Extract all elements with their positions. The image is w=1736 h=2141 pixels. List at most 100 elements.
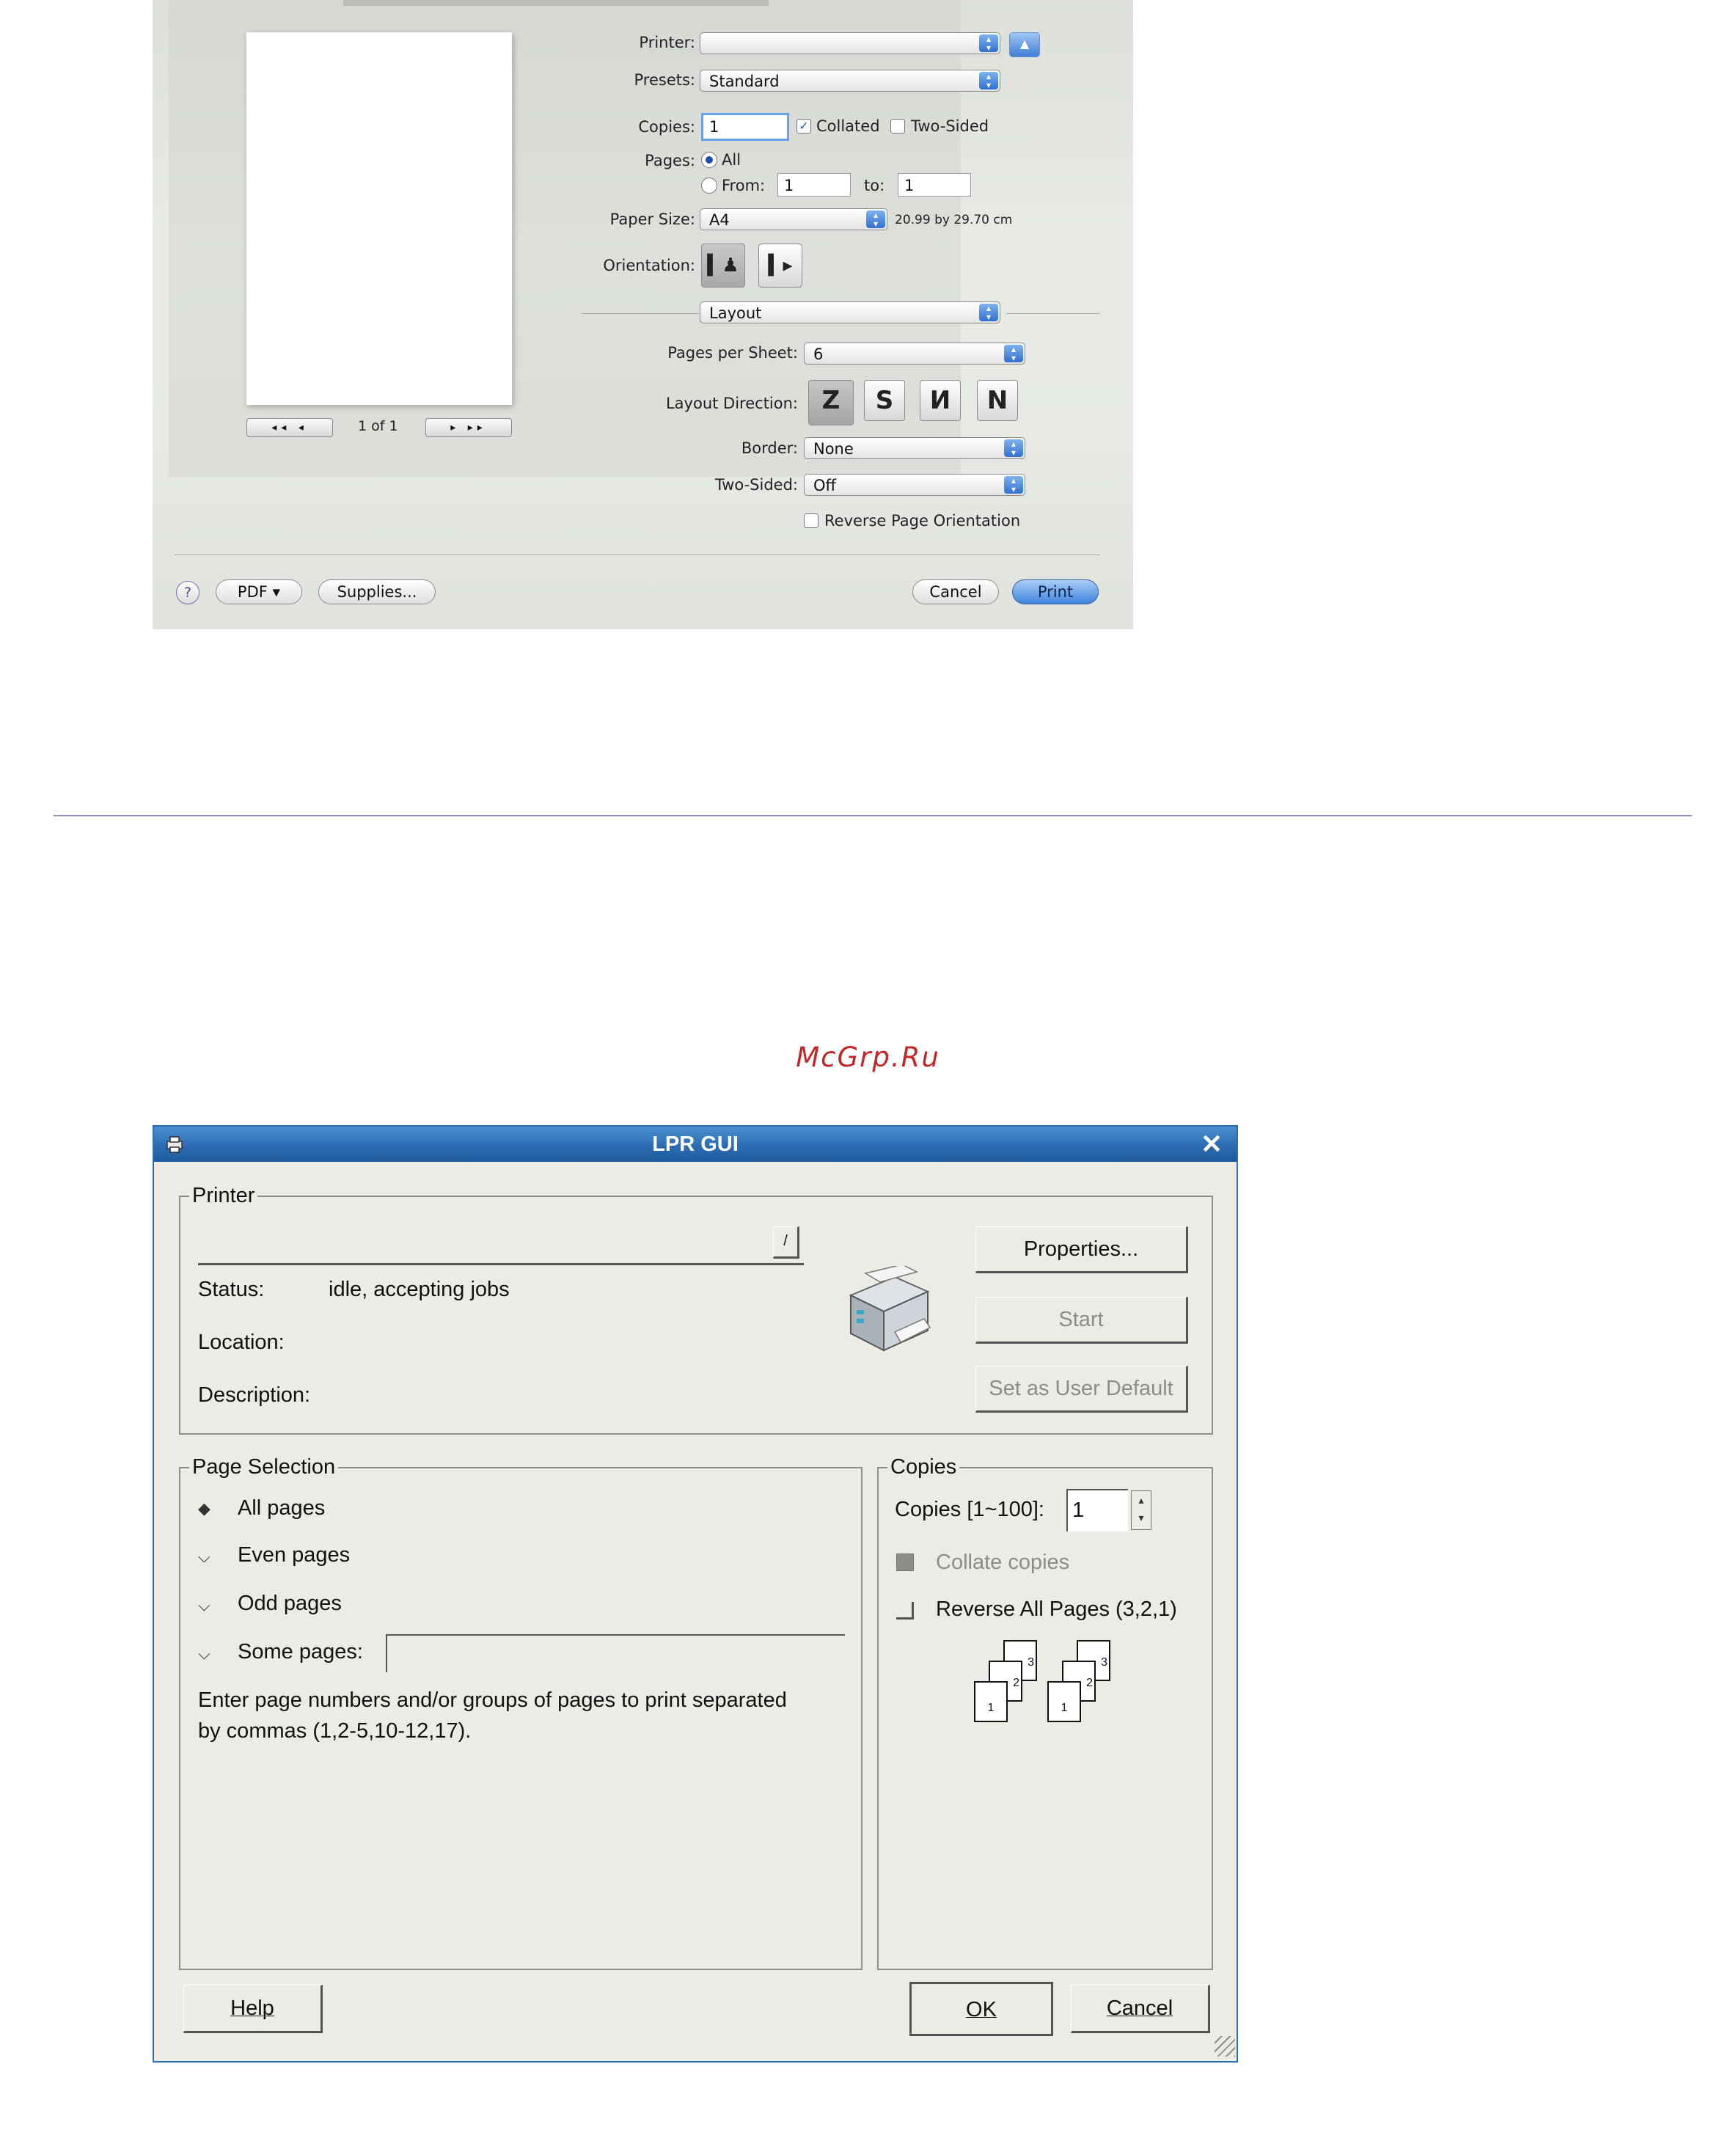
cancel-button[interactable]: Cancel [912,579,999,604]
even-pages-option[interactable]: Even pages [238,1543,350,1567]
page-selection-legend: Page Selection [189,1455,339,1479]
pages-all-radio[interactable] [701,152,717,168]
two-sided-popup-value: Off [813,477,836,494]
page-divider [54,815,1692,816]
pdf-button[interactable]: PDF ▾ [216,579,302,604]
spin-down-icon: ▾ [1138,1512,1144,1523]
page-number-2: 2 [1013,1677,1019,1689]
printer-combo[interactable] [198,1222,804,1265]
presets-popup[interactable]: Standard ▴ ▾ [700,70,1000,92]
two-sided-label: Two-Sided [911,117,989,135]
printer-group-legend: Printer [189,1184,258,1207]
pages-label: Pages: [645,152,695,169]
collapse-dialog-button[interactable]: ▲ [1009,32,1040,57]
two-sided-popup[interactable]: Off ▴ ▾ [804,474,1025,496]
copies-group: Copies [877,1455,1213,1970]
watermark: McGrp.Ru [796,1042,940,1073]
popup-arrows-icon: ▴ ▾ [979,72,998,89]
description-label: Description: [198,1383,311,1407]
section-value: Layout [709,304,762,322]
odd-pages-radio-icon[interactable]: ⌵ [198,1596,210,1615]
section-separator-right [1006,313,1100,314]
copies-spin-arrows[interactable]: ▴ ▾ [1131,1490,1151,1530]
pages-from-label: From: [722,177,766,194]
print-button[interactable]: Print [1012,579,1099,604]
pages-per-sheet-label: Pages per Sheet: [667,344,798,362]
help-button[interactable]: Help [183,1985,323,2033]
page-selection-hint-line2: by commas (1,2-5,10-12,17). [198,1719,472,1743]
collate-checkbox[interactable] [896,1553,914,1571]
page-selection-group: Page Selection [179,1455,862,1970]
some-pages-option[interactable]: Some pages: [238,1640,363,1664]
copies-legend: Copies [887,1455,960,1479]
preview-next-last-buttons[interactable]: ▸ ▸▸ [425,418,512,437]
printer-device-icon [836,1264,939,1361]
mac-print-dialog: ◂◂ ◂ 1 of 1 ▸ ▸▸ Printer: ▴ ▾ ▲ Presets: … [153,0,1133,629]
page-number-1: 1 [987,1702,995,1714]
odd-pages-option[interactable]: Odd pages [238,1592,342,1616]
layout-direction-reverse-n-button[interactable]: И [920,380,961,421]
cancel-button[interactable]: Cancel [1071,1985,1210,2033]
paper-size-popup[interactable]: A4 ▴ ▾ [700,208,887,230]
reverse-orientation-checkbox[interactable] [804,513,818,528]
section-popup[interactable]: Layout ▴ ▾ [700,301,1000,323]
layout-direction-label: Layout Direction: [665,395,798,412]
collated-checkbox[interactable]: ✓ [796,119,811,133]
border-value: None [813,440,854,458]
printer-popup[interactable]: ▴ ▾ [700,32,1000,54]
pages-per-sheet-popup[interactable]: 6 ▴ ▾ [804,343,1025,365]
orientation-portrait-button[interactable]: ▍♟ [701,244,745,288]
orientation-landscape-button[interactable]: ▍▸ [758,244,802,288]
copies-field[interactable]: 1 [701,113,789,141]
title-bar[interactable]: LPR GUI ✕ [154,1127,1237,1162]
collated-label: Collated [816,117,880,135]
reverse-pages-checkbox[interactable] [896,1602,914,1620]
preview-first-prev-buttons[interactable]: ◂◂ ◂ [246,418,333,437]
popup-arrows-icon: ▴ ▾ [866,211,885,228]
supplies-button[interactable]: Supplies... [318,579,436,604]
some-pages-radio-icon[interactable]: ⌵ [198,1644,210,1664]
landscape-person-icon: ▍▸ [768,255,793,277]
copies-label: Copies [1~100]: [895,1498,1044,1521]
copies-value: 1 [1072,1498,1085,1522]
popup-arrows-icon: ▴ ▾ [979,304,998,321]
question-mark-icon: ? [183,585,192,601]
printer-label: Printer: [639,34,695,51]
all-pages-radio-selected-icon[interactable]: ◆ [198,1499,210,1518]
set-user-default-button[interactable]: Set as User Default [975,1366,1188,1413]
even-pages-radio-icon[interactable]: ⌵ [198,1548,210,1567]
some-pages-input[interactable] [386,1634,845,1672]
layout-direction-n-button[interactable]: N [977,380,1018,421]
paper-size-value: A4 [709,211,730,229]
triangle-up-icon: ▲ [1019,37,1030,51]
border-label: Border: [741,439,798,457]
two-sided-checkbox[interactable] [890,119,905,133]
properties-button[interactable]: Properties... [975,1226,1188,1273]
help-button[interactable]: ? [176,581,199,604]
spin-up-icon: ▴ [1138,1494,1144,1506]
reverse-all-pages-label: Reverse All Pages (3,2,1) [936,1597,1177,1621]
start-button[interactable]: Start [975,1297,1188,1344]
two-sided-popup-label: Two-Sided: [714,476,798,494]
paper-size-dimensions: 20.99 by 29.70 cm [895,213,1013,227]
status-label: Status: [198,1278,265,1301]
resize-grip-icon[interactable] [1215,2036,1235,2057]
ok-button[interactable]: OK [909,1982,1053,2036]
copies-spinbox[interactable]: 1 [1066,1489,1128,1531]
pages-from-radio[interactable] [701,177,717,194]
paper-size-label: Paper Size: [609,211,695,228]
border-popup[interactable]: None ▴ ▾ [804,437,1025,459]
page-sheet-1: 1 [1047,1681,1081,1722]
pages-to-field[interactable]: 1 [898,173,971,197]
layout-direction-s-button[interactable]: S [864,380,905,421]
printer-combo-button[interactable]: / [773,1226,799,1259]
close-icon[interactable]: ✕ [1198,1131,1225,1157]
page-stack-illustration-1: 3 2 1 [974,1640,1040,1735]
all-pages-option[interactable]: All pages [238,1496,325,1520]
layout-direction-z-button[interactable]: Z [808,380,854,425]
lpr-gui-dialog: LPR GUI ✕ Printer / Status: idle, accept… [153,1125,1238,2063]
page-number-3: 3 [1028,1656,1034,1669]
pages-from-field[interactable]: 1 [777,173,851,197]
layout-direction-glyph-s: S [875,386,894,415]
window-title: LPR GUI [652,1132,739,1156]
